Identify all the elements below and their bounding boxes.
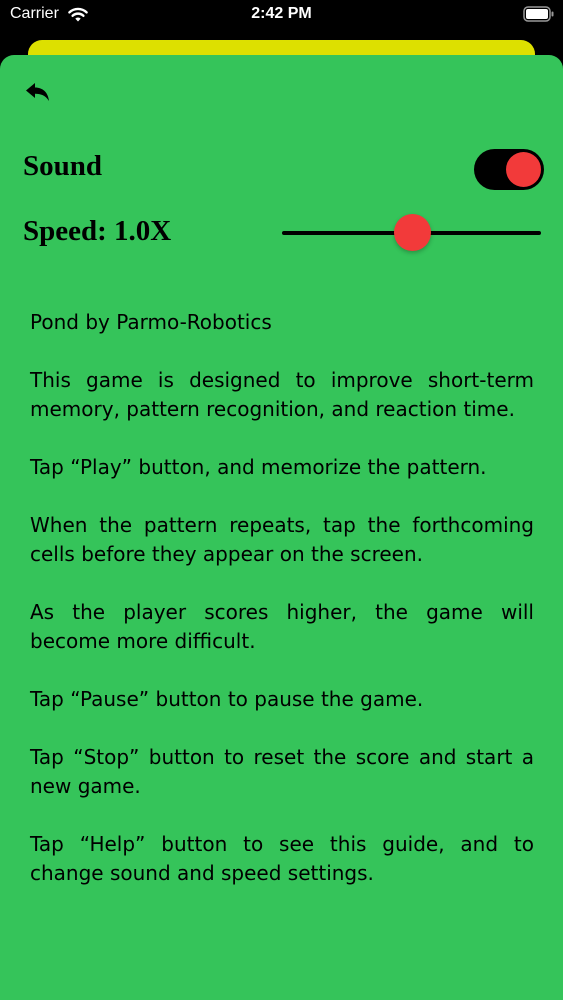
help-paragraph-play: Tap “Play” button, and memorize the patt… — [30, 455, 487, 479]
help-paragraph-help: Tap “Help” button to see this guide, and… — [30, 832, 534, 885]
help-paragraph-title: Pond by Parmo-Robotics — [30, 310, 272, 334]
speed-label: Speed: 1.0X — [23, 215, 172, 247]
back-button[interactable] — [18, 77, 58, 109]
help-paragraph-difficulty: As the player scores higher, the game wi… — [30, 600, 534, 653]
sound-toggle[interactable] — [474, 149, 544, 190]
help-paragraph-stop: Tap “Stop” button to reset the score and… — [30, 745, 534, 798]
sound-label: Sound — [23, 150, 103, 182]
help-paragraph-pause: Tap “Pause” button to pause the game. — [30, 687, 424, 711]
help-paragraph-repeat: When the pattern repeats, tap the forthc… — [30, 513, 534, 566]
help-text: Pond by Parmo-Robotics This game is desi… — [30, 308, 534, 917]
help-sheet: Sound Speed: 1.0X Pond by Parmo-Robotics… — [0, 55, 563, 1000]
status-bar: Carrier 2:42 PM — [0, 0, 563, 30]
back-arrow-icon — [26, 83, 49, 101]
status-time: 2:42 PM — [251, 5, 312, 22]
help-paragraph-purpose: This game is designed to improve short-t… — [30, 368, 534, 421]
sound-toggle-knob — [506, 152, 541, 187]
battery-icon — [523, 6, 554, 22]
speed-slider[interactable] — [282, 214, 541, 252]
speed-slider-thumb[interactable] — [393, 214, 431, 251]
